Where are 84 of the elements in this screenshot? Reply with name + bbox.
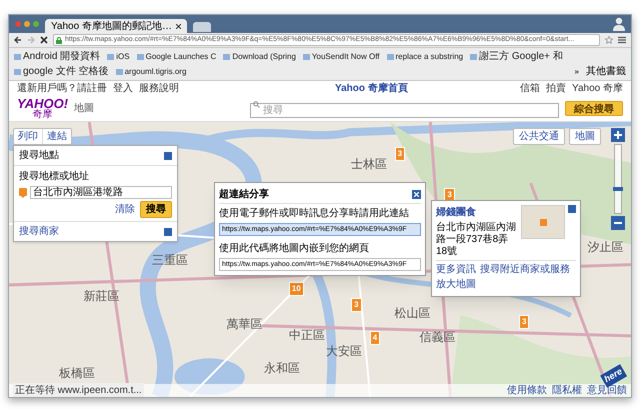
district-label: 中正區 (288, 326, 325, 344)
minimize-window-icon[interactable] (24, 21, 30, 27)
map-type-button[interactable]: 地圖 (569, 128, 601, 145)
close-tab-icon[interactable] (176, 24, 181, 28)
dialog-title: 超連結分享 (219, 187, 269, 202)
search-button[interactable]: 綜合搜尋 (565, 101, 623, 116)
transit-button[interactable]: 公共交通 (513, 128, 565, 145)
bookmark[interactable]: Android 開發資料 (14, 49, 100, 64)
bookmark[interactable]: Download (Spring (223, 50, 296, 62)
bookmark[interactable]: Google Launches C (136, 50, 216, 62)
zoom-out-button[interactable] (611, 216, 625, 230)
district-label: 三重區 (152, 252, 188, 270)
district-label: 新莊區 (84, 288, 120, 305)
user-icon[interactable] (613, 17, 625, 31)
info-link[interactable]: 更多資訊 (436, 262, 476, 277)
link-label: 使用電子郵件或即時訊息分享時請用此連結 (219, 206, 410, 221)
clear-link[interactable]: 清除 (115, 202, 135, 217)
map-thumbnail (521, 205, 565, 239)
folder-icon (116, 68, 123, 74)
folder-icon (14, 68, 21, 74)
header-link[interactable]: Yahoo 奇摩 (572, 81, 623, 96)
close-button[interactable] (412, 190, 421, 199)
place-title[interactable]: 婦錢團食 (436, 205, 518, 220)
browser-tab[interactable]: Yahoo 奇摩地圖的郵記地… (45, 19, 187, 33)
star-icon[interactable] (605, 36, 613, 44)
district-label: 大安區 (326, 343, 362, 360)
bookmark[interactable]: 謝三方 Google+ 和 (470, 49, 563, 64)
folder-icon (302, 54, 310, 60)
district-label: 萬華區 (226, 316, 263, 332)
header-link[interactable]: 服務說明 (139, 81, 179, 96)
search-icon (253, 100, 260, 108)
header-link[interactable]: 登入 (113, 81, 133, 96)
district-label: 汐止區 (587, 238, 624, 256)
folder-icon (14, 54, 21, 60)
stop-icon[interactable] (40, 36, 48, 44)
folder-icon (107, 54, 114, 60)
folder-icon (223, 54, 230, 60)
bookmark[interactable]: google 文件 空格後 (14, 64, 109, 79)
other-bookmarks-folder[interactable]: 其他書籤 (586, 64, 626, 79)
back-icon[interactable] (14, 36, 22, 44)
info-link[interactable]: 放大地圖 (436, 277, 476, 292)
folder-icon (470, 54, 478, 60)
bookmark[interactable]: replace a substring (386, 50, 464, 62)
zoom-slider[interactable] (614, 144, 622, 214)
collapse-button[interactable] (164, 152, 172, 160)
search-submit-button[interactable]: 搜尋 (140, 201, 172, 218)
field-label: 搜尋地標或地址 (19, 170, 90, 184)
expand-button[interactable] (164, 228, 172, 236)
product-title: 地圖 (74, 102, 94, 116)
district-label: 板橋區 (58, 365, 95, 382)
bookmarks-overflow-button[interactable]: » (574, 66, 579, 78)
pin-icon (19, 188, 27, 198)
link-button[interactable]: 連結 (42, 129, 71, 144)
slider-thumb[interactable] (613, 186, 623, 191)
print-button[interactable]: 列印 (14, 129, 42, 144)
info-link[interactable]: 搜尋附近商家或服務 (480, 262, 570, 277)
search-field[interactable]: 搜尋 (250, 102, 559, 118)
bookmark[interactable]: iOS (107, 50, 130, 62)
embed-label: 使用此代碼將地圖內嵌到您的網頁 (219, 242, 370, 256)
zoom-in-button[interactable] (611, 128, 625, 142)
new-tab-button[interactable] (192, 22, 211, 32)
header-link[interactable]: 拍賣 (546, 81, 566, 96)
menu-icon[interactable] (618, 36, 626, 44)
status-text: 正在等待 www.ipeen.com.t... (13, 383, 144, 397)
header-link[interactable]: 還新用戶嗎？請註冊 (17, 81, 107, 96)
home-link[interactable]: Yahoo 奇摩首頁 (335, 81, 408, 96)
footer-link[interactable]: 隱私權 (552, 383, 582, 397)
district-label: 松山區 (394, 304, 431, 322)
plus-icon (614, 131, 622, 139)
folder-icon (136, 54, 144, 60)
yahoo-logo[interactable]: YAHOO! 奇摩 (17, 97, 68, 120)
panel-title: 搜尋地點 (19, 148, 59, 163)
minus-icon (614, 222, 622, 224)
district-label: 永和區 (264, 360, 300, 376)
lock-icon (56, 36, 62, 44)
folder-icon (386, 54, 394, 60)
bookmark[interactable]: argouml.tigris.org (116, 66, 186, 78)
footer-link[interactable]: 使用條款 (507, 383, 547, 397)
bookmark[interactable]: YouSendIt Now Off (302, 50, 380, 62)
district-label: 信義區 (420, 329, 456, 346)
header-link[interactable]: 信箱 (520, 81, 540, 96)
district-label: 士林區 (351, 156, 388, 173)
place-address: 台北市內湖區內湖路一段737巷8弄 18號 (436, 222, 517, 258)
business-search-link[interactable]: 搜尋商家 (19, 224, 59, 239)
